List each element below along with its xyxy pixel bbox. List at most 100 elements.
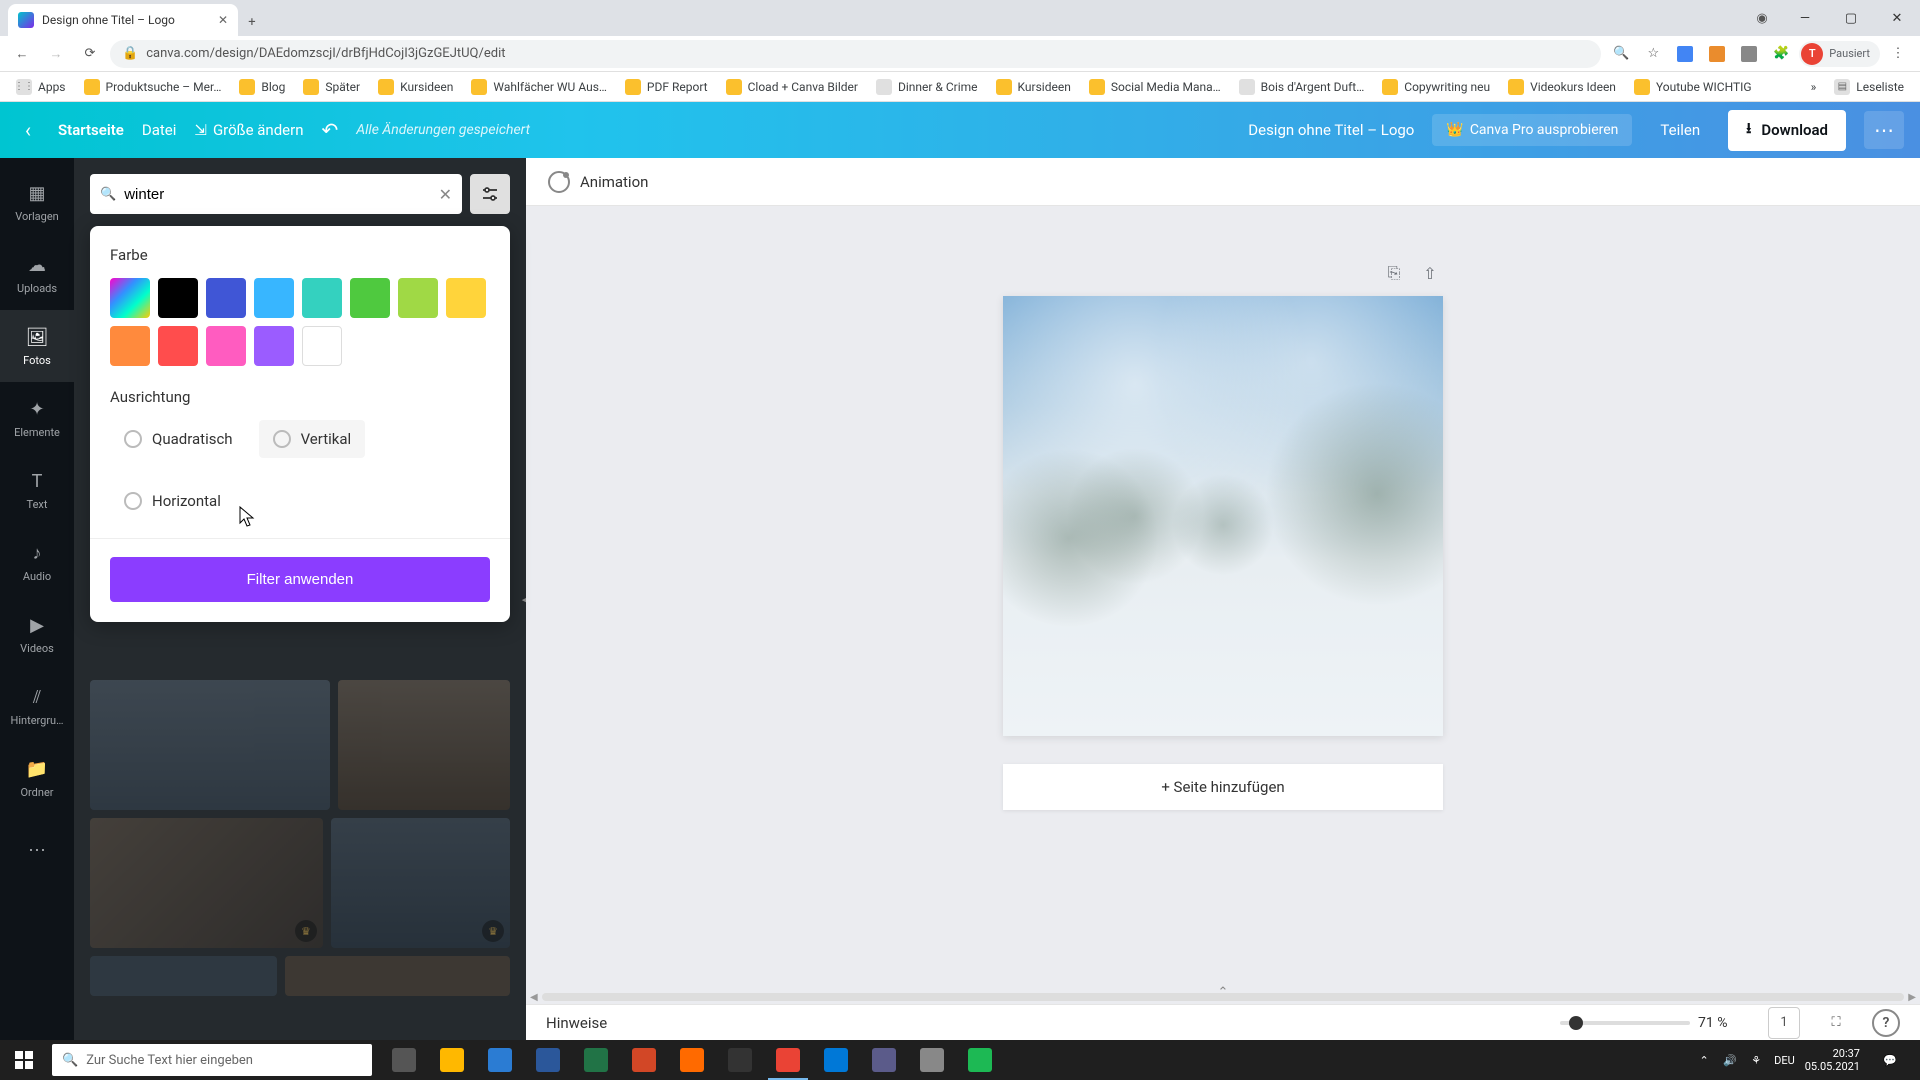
more-menu-button[interactable]: ⋯: [1864, 111, 1904, 149]
color-swatch[interactable]: [254, 278, 294, 318]
taskbar-app-spotify[interactable]: [956, 1040, 1004, 1080]
taskbar-app-chrome[interactable]: [764, 1040, 812, 1080]
color-swatch[interactable]: [110, 326, 150, 366]
color-swatch[interactable]: [254, 326, 294, 366]
apply-filter-button[interactable]: Filter anwenden: [110, 557, 490, 602]
browser-tab[interactable]: Design ohne Titel – Logo ✕: [8, 4, 238, 36]
bookmark-star-icon[interactable]: ☆: [1639, 40, 1667, 68]
maximize-button[interactable]: ▢: [1828, 0, 1874, 36]
taskbar-app-mail[interactable]: [476, 1040, 524, 1080]
color-swatch[interactable]: [158, 326, 198, 366]
design-page[interactable]: [1003, 296, 1443, 736]
share-button[interactable]: Teilen: [1650, 113, 1710, 147]
reading-list-button[interactable]: ▤Leseliste: [1826, 75, 1912, 99]
taskbar-app-powerpoint[interactable]: [620, 1040, 668, 1080]
taskbar-clock[interactable]: 20:37 05.05.2021: [1805, 1047, 1860, 1073]
pro-upgrade-button[interactable]: 👑 Canva Pro ausprobieren: [1432, 114, 1632, 146]
minimize-button[interactable]: —: [1782, 0, 1828, 36]
forward-button[interactable]: →: [42, 40, 70, 68]
ext-icon-2[interactable]: [1703, 40, 1731, 68]
document-title[interactable]: Design ohne Titel – Logo: [1248, 121, 1414, 139]
orientation-option[interactable]: Quadratisch: [110, 420, 247, 458]
color-swatch[interactable]: [206, 326, 246, 366]
fullscreen-icon[interactable]: ⛶: [1820, 1007, 1852, 1039]
taskbar-app-obs[interactable]: [716, 1040, 764, 1080]
bookmark-item[interactable]: Social Media Mana…: [1081, 75, 1229, 99]
reload-button[interactable]: ⟳: [76, 40, 104, 68]
search-box[interactable]: 🔍 ✕: [90, 174, 462, 214]
extensions-icon[interactable]: 🧩: [1767, 40, 1795, 68]
canvas-viewport[interactable]: ⎘ ⇧ + Seite hinzufügen ◀▶: [526, 206, 1920, 1004]
color-swatch[interactable]: [302, 326, 342, 366]
share-page-icon[interactable]: ⇧: [1417, 260, 1443, 286]
rail-item-elemente[interactable]: ✦Elemente: [0, 382, 74, 454]
duplicate-page-icon[interactable]: ⎘: [1381, 260, 1407, 286]
photo-thumb[interactable]: ♛: [90, 818, 323, 948]
page-count-button[interactable]: 1: [1768, 1007, 1800, 1039]
apps-button[interactable]: ⋮⋮Apps: [8, 75, 74, 99]
filter-toggle-button[interactable]: [470, 174, 510, 214]
home-button[interactable]: Startseite: [58, 121, 124, 139]
bookmark-item[interactable]: Später: [295, 75, 368, 99]
bookmark-item[interactable]: Produktsuche – Mer…: [76, 75, 230, 99]
bookmark-item[interactable]: Dinner & Crime: [868, 75, 986, 99]
bookmark-item[interactable]: Kursideen: [988, 75, 1079, 99]
orientation-option[interactable]: Vertikal: [259, 420, 366, 458]
rail-item-audio[interactable]: ♪Audio: [0, 526, 74, 598]
undo-button[interactable]: ↶: [321, 118, 338, 142]
bookmark-item[interactable]: Videokurs Ideen: [1500, 75, 1624, 99]
url-input[interactable]: 🔒 canva.com/design/DAEdomzscjI/drBfjHdCo…: [110, 40, 1601, 68]
rail-item-vorlagen[interactable]: ▦Vorlagen: [0, 166, 74, 238]
color-swatch[interactable]: [446, 278, 486, 318]
expand-pages-icon[interactable]: ⌃: [1218, 985, 1229, 1000]
bookmark-item[interactable]: Copywriting neu: [1374, 75, 1498, 99]
new-tab-button[interactable]: +: [238, 8, 266, 36]
close-tab-icon[interactable]: ✕: [218, 13, 228, 27]
ext-icon-3[interactable]: [1735, 40, 1763, 68]
notification-center-icon[interactable]: 💬: [1870, 1054, 1910, 1067]
search-input[interactable]: [124, 186, 430, 203]
color-swatch[interactable]: [398, 278, 438, 318]
bookmark-item[interactable]: PDF Report: [617, 75, 716, 99]
rail-item-hintergru…[interactable]: ⫽Hintergru…: [0, 670, 74, 742]
color-swatch[interactable]: [302, 278, 342, 318]
notes-button[interactable]: Hinweise: [546, 1014, 607, 1032]
tray-chevron-icon[interactable]: ⌃: [1696, 1052, 1712, 1068]
zoom-percent[interactable]: 71 %: [1698, 1015, 1748, 1031]
photo-thumb[interactable]: [338, 680, 510, 810]
zoom-handle[interactable]: [1569, 1016, 1583, 1030]
download-button[interactable]: ⭳ Download: [1728, 110, 1846, 151]
language-indicator[interactable]: DEU: [1774, 1054, 1795, 1067]
photo-thumb[interactable]: [90, 956, 277, 996]
home-back-icon[interactable]: ‹: [16, 118, 40, 142]
taskbar-app-task-view[interactable]: [380, 1040, 428, 1080]
taskbar-app-edge[interactable]: [812, 1040, 860, 1080]
help-icon[interactable]: ?: [1872, 1009, 1900, 1037]
taskbar-app-excel[interactable]: [572, 1040, 620, 1080]
rail-item-fotos[interactable]: 🖼Fotos: [0, 310, 74, 382]
rail-item-ordner[interactable]: 📁Ordner: [0, 742, 74, 814]
rail-item-uploads[interactable]: ☁Uploads: [0, 238, 74, 310]
clear-search-icon[interactable]: ✕: [439, 185, 452, 204]
rail-item-text[interactable]: TText: [0, 454, 74, 526]
wifi-icon[interactable]: ⚘: [1748, 1052, 1764, 1068]
taskbar-app-explorer[interactable]: [428, 1040, 476, 1080]
bookmarks-overflow[interactable]: »: [1803, 76, 1825, 98]
winter-image[interactable]: [1003, 296, 1443, 736]
bookmark-item[interactable]: Bois d'Argent Duft…: [1231, 75, 1373, 99]
taskbar-app-word[interactable]: [524, 1040, 572, 1080]
photo-thumb[interactable]: [90, 680, 330, 810]
photo-thumb[interactable]: ♛: [331, 818, 510, 948]
resize-button[interactable]: ⇲ Größe ändern: [194, 121, 303, 139]
menu-icon[interactable]: ⋮: [1884, 40, 1912, 68]
bookmark-item[interactable]: Cload + Canva Bilder: [718, 75, 866, 99]
animation-button[interactable]: Animation: [548, 171, 648, 193]
color-swatch[interactable]: [110, 278, 150, 318]
zoom-slider[interactable]: [1560, 1021, 1690, 1025]
account-icon[interactable]: ◉: [1750, 6, 1774, 30]
bookmark-item[interactable]: Youtube WICHTIG: [1626, 75, 1760, 99]
taskbar-app-app1[interactable]: [668, 1040, 716, 1080]
photo-thumb[interactable]: [285, 956, 510, 996]
color-swatch[interactable]: [158, 278, 198, 318]
zoom-icon[interactable]: 🔍: [1607, 40, 1635, 68]
